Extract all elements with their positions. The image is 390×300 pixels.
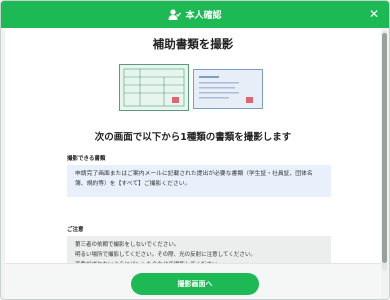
go-to-camera-button[interactable]: 撮影画面へ bbox=[131, 273, 259, 295]
note-item: 明るい場所で撮影してください。その際、光の反射に注意してください。 bbox=[75, 252, 256, 258]
go-to-camera-button-label: 撮影画面へ bbox=[177, 280, 213, 288]
dialog-header: 本人確認 bbox=[1, 1, 389, 28]
document-illustration-card-blue bbox=[193, 69, 263, 109]
dialog-title: 本人確認 bbox=[185, 11, 222, 21]
documents-info-box: 申請完了画面またはご案内メールに記載された提出が必要な書類（学生証・社員証、団体… bbox=[67, 165, 331, 197]
page-title: 補助書類を撮影 bbox=[152, 37, 234, 51]
instruction-text: 次の画面で以下から1種類の書類を撮影します bbox=[94, 132, 292, 143]
notes-label: ご注意 bbox=[67, 227, 84, 233]
close-icon[interactable]: ✕ bbox=[367, 7, 381, 21]
scrollbar-thumb[interactable] bbox=[382, 33, 387, 263]
documents-label: 撮影できる書類 bbox=[67, 156, 106, 162]
scrollbar[interactable] bbox=[382, 31, 387, 271]
documents-text: 申請完了画面またはご案内メールに記載された提出が必要な書類（学生証・社員証、団体… bbox=[75, 171, 313, 187]
person-check-icon bbox=[168, 8, 182, 21]
content-panel: 補助書類を撮影 次の画面で以下から1種類の書類を撮影します 撮影できる書類 申請… bbox=[5, 28, 381, 299]
document-illustration-card-green bbox=[119, 64, 189, 111]
dialog-window: 本人確認 ✕ 補助書類を撮影 次の画面で以下から1種類の書類を撮影します 撮影で… bbox=[0, 0, 390, 300]
note-item: 第三者の依頼で撮影をしないでください。 bbox=[75, 242, 180, 248]
